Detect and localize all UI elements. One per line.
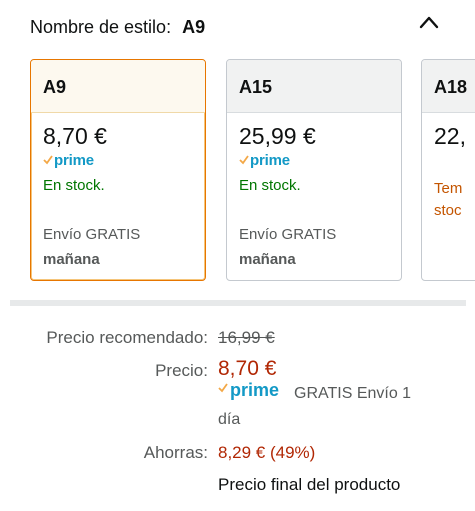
option-name: A9: [43, 77, 67, 97]
prime-text: prime: [250, 152, 290, 169]
style-option-a15[interactable]: A15 25,99 € prime En stock. Envío GRATIS…: [226, 59, 402, 281]
stock-status-line2: stoc: [434, 202, 462, 219]
section-divider: [10, 300, 466, 306]
option-name: A18: [434, 77, 468, 97]
style-option-a18[interactable]: A18 22, Tem stoc: [421, 59, 475, 281]
stock-status: En stock.: [43, 177, 105, 194]
shipping-text: Envío GRATIS: [43, 226, 141, 243]
prime-text: prime: [54, 152, 94, 169]
chevron-up-icon[interactable]: [418, 14, 440, 30]
style-option-a9[interactable]: A9 8,70 € prime En stock. Envío GRATIS m…: [30, 59, 206, 281]
check-icon: [239, 155, 249, 165]
free-shipping-text: GRATIS Envío 1: [294, 385, 412, 402]
style-name-value: A9: [182, 17, 206, 37]
check-icon: [218, 383, 228, 393]
check-icon: [43, 155, 53, 165]
option-name: A15: [239, 77, 273, 97]
style-name-label: Nombre de estilo:: [30, 17, 172, 37]
final-price-note: Precio final del producto: [218, 475, 401, 494]
price-label: Precio:: [155, 361, 208, 380]
style-name-header: Nombre de estilo: A9: [30, 17, 205, 38]
recommended-price-label: Precio recomendado:: [46, 328, 208, 347]
shipping-text: Envío GRATIS: [239, 226, 337, 243]
stock-status: En stock.: [239, 177, 301, 194]
option-price: 22,: [434, 123, 466, 149]
style-options-carousel[interactable]: A9 8,70 € prime En stock. Envío GRATIS m…: [0, 58, 475, 288]
option-price: 8,70 €: [43, 123, 107, 149]
price-value: 8,70 €: [218, 357, 277, 380]
recommended-price-value: 16,99 €: [218, 328, 275, 347]
option-price: 25,99 €: [239, 123, 316, 149]
stock-status-line1: Tem: [434, 180, 463, 197]
savings-value: 8,29 € (49%): [218, 443, 316, 462]
savings-label: Ahorras:: [143, 443, 208, 462]
delivery-day: mañana: [43, 251, 100, 268]
stock-status: Tem stoc: [434, 178, 462, 222]
delivery-day: mañana: [239, 251, 296, 268]
prime-logo: prime: [230, 380, 280, 400]
free-shipping-text-cont: día: [218, 411, 241, 428]
